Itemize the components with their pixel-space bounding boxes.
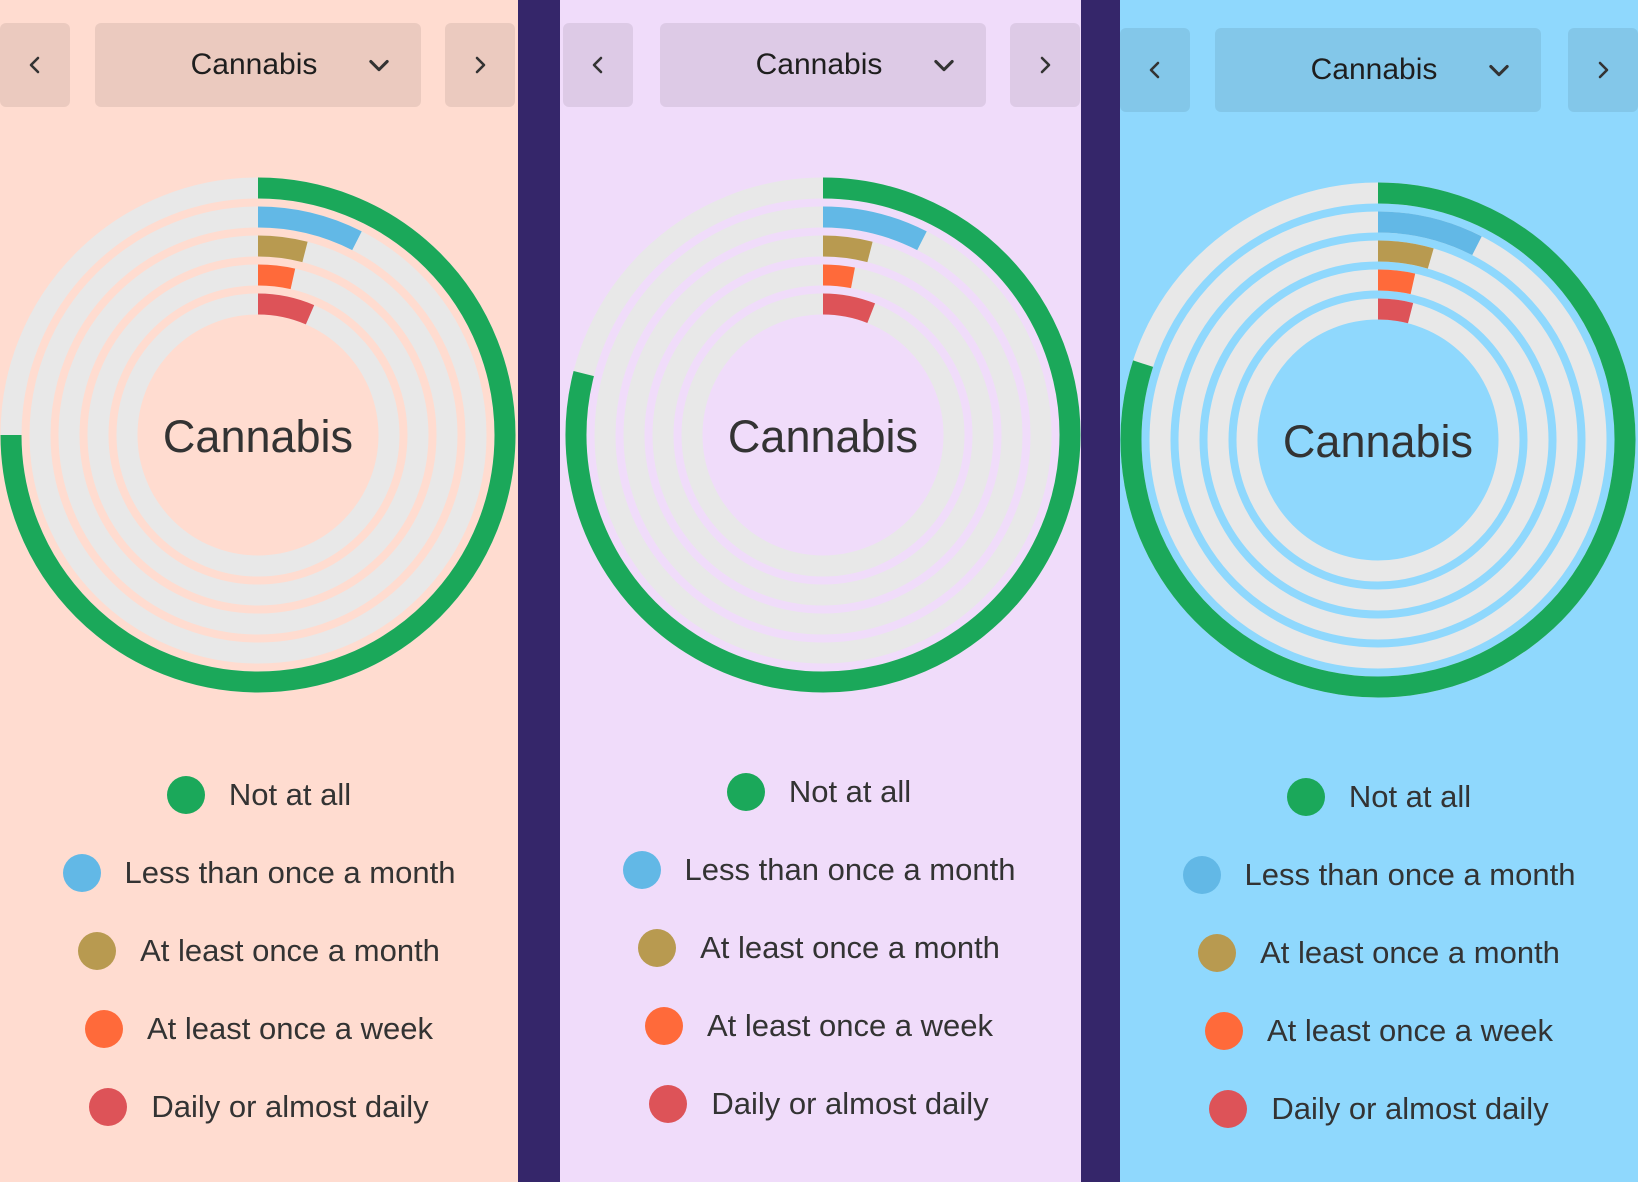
legend-item: Daily or almost daily [1120, 1070, 1638, 1148]
legend-swatch [1182, 856, 1221, 894]
ring-bar-at-least-once-a-week [822, 264, 855, 289]
ring-bar-at-least-once-a-month [1377, 240, 1434, 269]
legend-label: At least once a month [700, 930, 1000, 965]
chart-center-label: Cannabis [728, 411, 918, 462]
legend-swatch [1286, 778, 1325, 816]
legend-swatch [78, 932, 117, 970]
legend-swatch [638, 929, 677, 967]
ring-bar-daily-or-almost-daily [257, 293, 315, 325]
chart-legend: Not at all Less than once a month At least… [560, 753, 1078, 1143]
legend-item: Daily or almost daily [560, 1065, 1078, 1143]
legend-swatch [622, 851, 661, 889]
ring-bar-daily-or-almost-daily [1377, 298, 1414, 324]
legend-item: At least once a week [1120, 992, 1638, 1070]
ring-bar-at-least-once-a-month [257, 235, 308, 263]
chart-center-label: Cannabis [1283, 416, 1473, 467]
legend-label: At least once a week [146, 1011, 434, 1046]
legend-swatch [89, 1088, 128, 1126]
legend-label: At least once a week [706, 1008, 994, 1043]
legend-item: At least once a week [560, 987, 1078, 1065]
legend-swatch [1209, 1090, 1248, 1128]
legend-label: Daily or almost daily [711, 1086, 989, 1121]
legend-swatch [62, 854, 101, 892]
legend-label: Daily or almost daily [151, 1089, 429, 1124]
chart-legend: Not at all Less than once a month At least… [1120, 758, 1638, 1148]
legend-label: Not at all [228, 777, 352, 812]
chart-legend: Not at all Less than once a month At least… [0, 756, 518, 1146]
legend-swatch [166, 776, 205, 814]
ring-bar-at-least-once-a-month [822, 235, 873, 263]
legend-swatch [1204, 1012, 1243, 1050]
legend-swatch [726, 773, 765, 811]
legend-label: At least once a month [140, 933, 440, 968]
legend-swatch [644, 1007, 683, 1045]
radial-chart: Cannabis [565, 177, 1081, 693]
legend-item: Less than once a month [0, 834, 518, 912]
legend-item: At least once a month [560, 909, 1078, 987]
legend-label: Less than once a month [684, 852, 1016, 887]
legend-label: Not at all [1348, 779, 1472, 814]
radial-chart: Cannabis [1120, 182, 1636, 698]
legend-item: Not at all [1120, 758, 1638, 836]
legend-label: Less than once a month [124, 855, 456, 890]
legend-item: At least once a month [1120, 914, 1638, 992]
legend-item: Not at all [560, 753, 1078, 831]
ring-bar-at-least-once-a-week [257, 264, 296, 290]
legend-swatch [84, 1010, 123, 1048]
chart-center-label: Cannabis [163, 411, 353, 462]
legend-item: At least once a week [0, 990, 518, 1068]
legend-swatch [1198, 934, 1237, 972]
legend-label: Less than once a month [1244, 857, 1576, 892]
legend-label: Daily or almost daily [1271, 1091, 1549, 1126]
legend-swatch [649, 1085, 688, 1123]
legend-item: Less than once a month [560, 831, 1078, 909]
chart-panel-2: Cannabis Cannabis Not at all Less than on… [560, 0, 1081, 1182]
radial-chart: Cannabis [0, 177, 516, 693]
chart-panel-3: Cannabis Cannabis Not at all Less than on… [1120, 0, 1638, 1182]
legend-label: Not at all [788, 774, 912, 809]
chart-panel-1: Cannabis Cannabis Not at all Less than on… [0, 0, 518, 1182]
ring-bar-daily-or-almost-daily [822, 293, 876, 324]
legend-item: Daily or almost daily [0, 1068, 518, 1146]
legend-item: Not at all [0, 756, 518, 834]
legend-item: Less than once a month [1120, 836, 1638, 914]
legend-label: At least once a week [1266, 1013, 1554, 1048]
legend-item: At least once a month [0, 912, 518, 990]
ring-bar-at-least-once-a-week [1377, 269, 1416, 295]
legend-label: At least once a month [1260, 935, 1560, 970]
